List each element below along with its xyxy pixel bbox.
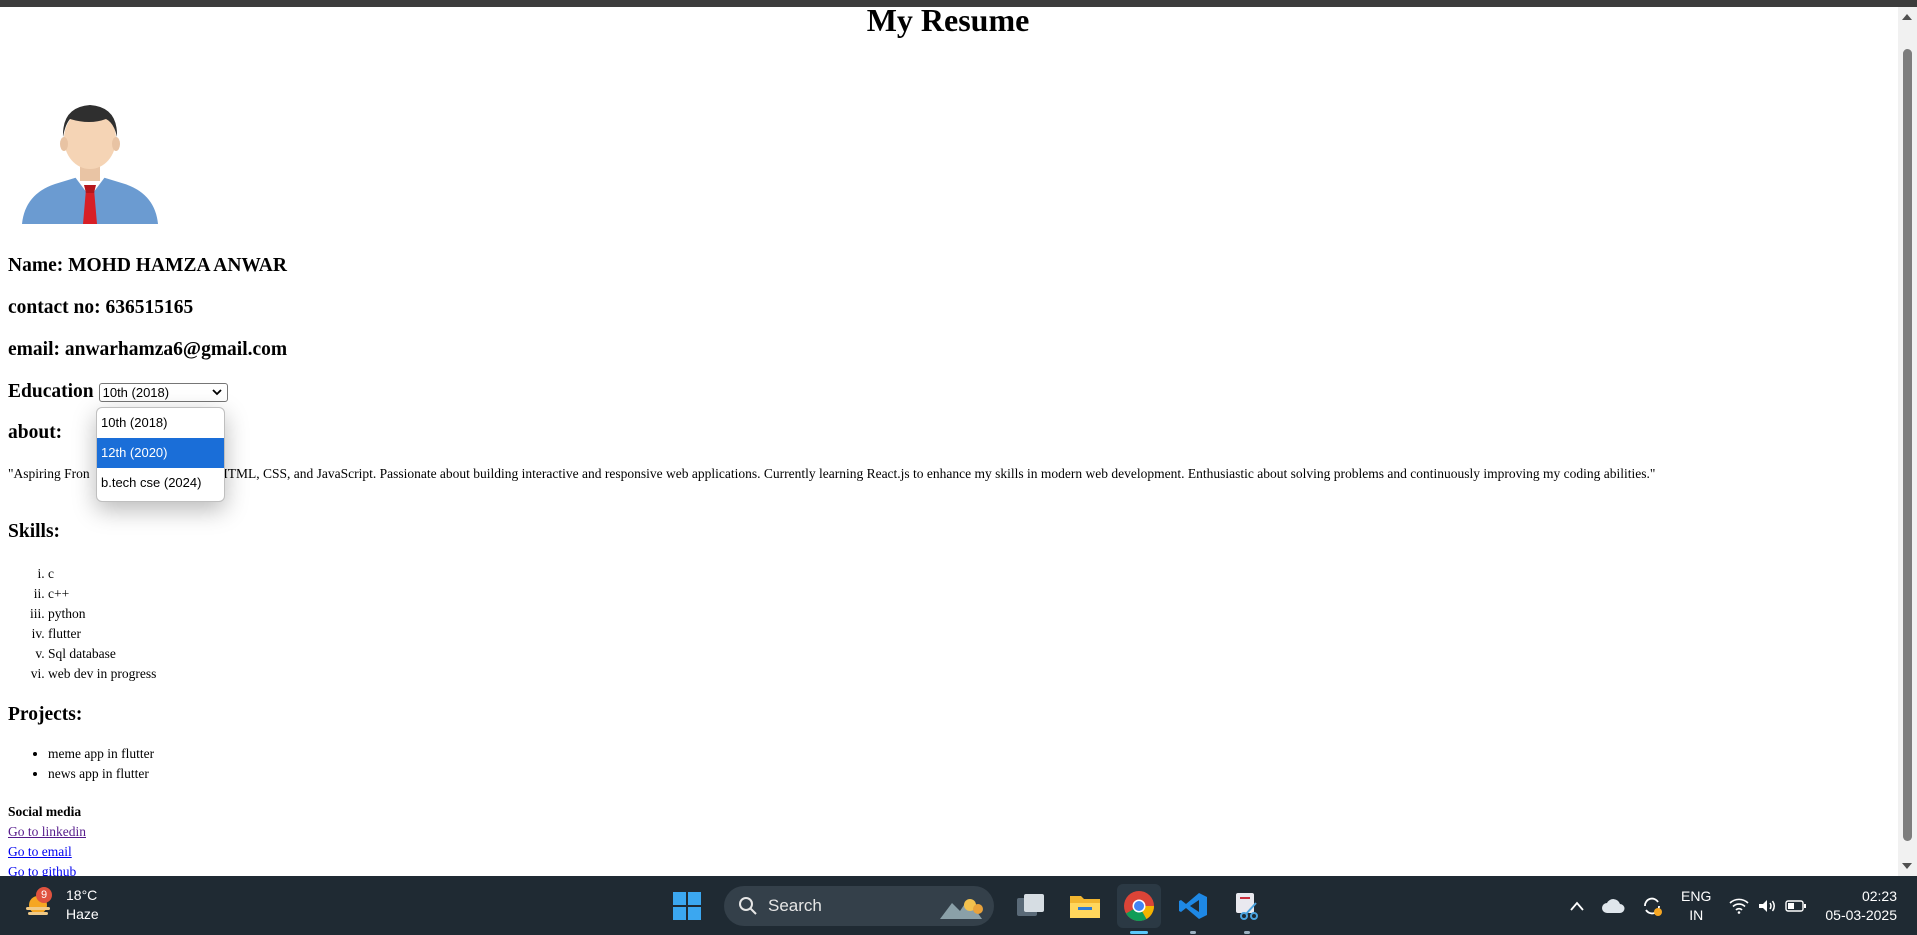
search-icon (739, 897, 757, 915)
open-app-indicator (1190, 931, 1196, 934)
task-view-icon (1017, 894, 1044, 916)
social-media-heading: Social media (8, 804, 82, 819)
weather-temp: 18°C (66, 887, 98, 903)
onedrive-button[interactable] (1601, 898, 1625, 914)
open-app-indicator (1244, 931, 1250, 934)
taskbar-search-box[interactable]: Search (724, 886, 994, 926)
chevron-up-icon (1570, 901, 1584, 911)
about-text: "Aspiring Fron a strong foundation in HT… (8, 466, 1656, 481)
scroll-down-arrow-icon[interactable] (1902, 863, 1912, 869)
scrollbar-thumb[interactable] (1903, 49, 1912, 841)
education-option[interactable]: b.tech cse (2024) (97, 468, 224, 498)
education-option-highlighted[interactable]: 12th (2020) (97, 438, 224, 468)
vscode-button[interactable] (1171, 884, 1215, 934)
clock-time: 02:23 (1861, 887, 1897, 904)
list-item: news app in flutter (48, 764, 154, 784)
name-line: Name: MOHD HAMZA ANWAR (8, 255, 287, 276)
chrome-button[interactable] (1117, 884, 1161, 934)
system-tray: ENG IN 02:23 05-03-2025 (1561, 876, 1897, 935)
start-button[interactable] (665, 884, 709, 928)
education-select[interactable]: 10th (2018) (98, 382, 228, 402)
quick-settings-button[interactable] (1729, 898, 1807, 914)
skills-list: c c++ python flutter Sql database web de… (8, 564, 156, 684)
list-item: meme app in flutter (48, 744, 154, 764)
chevron-down-icon (211, 389, 222, 396)
list-item: c++ (48, 584, 156, 604)
search-highlight-icon (940, 899, 983, 919)
weather-widget[interactable]: 9 18°C Haze (20, 886, 99, 924)
about-heading: about: (8, 422, 63, 443)
projects-heading: Projects: (8, 704, 83, 725)
github-link[interactable]: Go to github (8, 862, 86, 876)
education-label: Education (8, 381, 94, 402)
haze-weather-icon: 9 (20, 887, 56, 923)
clock-date: 05-03-2025 (1825, 906, 1897, 923)
browser-top-edge (0, 0, 1917, 7)
social-media-section: Social media Go to linkedin Go to email … (8, 802, 86, 876)
education-dropdown: 10th (2018) 12th (2020) b.tech cse (2024… (96, 407, 225, 502)
scroll-up-arrow-icon[interactable] (1902, 14, 1912, 20)
windows-logo-icon (673, 892, 701, 920)
education-selected-value: 10th (2018) (102, 384, 170, 400)
page-title: My Resume (866, 7, 1030, 38)
file-explorer-icon (1070, 896, 1100, 918)
language-indicator[interactable]: ENG IN (1681, 887, 1711, 925)
task-view-button[interactable] (1009, 884, 1053, 928)
list-item: python (48, 604, 156, 624)
windows-taskbar: 9 18°C Haze Search ENG IN 02:23 05-03-20… (0, 876, 1917, 935)
page-scrollbar[interactable] (1898, 7, 1917, 876)
clock[interactable]: 02:23 05-03-2025 (1825, 887, 1897, 925)
file-explorer-button[interactable] (1063, 884, 1107, 928)
list-item: flutter (48, 624, 156, 644)
avatar-image (22, 105, 158, 224)
wifi-icon (1729, 898, 1749, 914)
sync-button[interactable] (1641, 895, 1663, 917)
email-line: email: anwarhamza6@gmail.com (8, 339, 288, 360)
notification-badge: 9 (36, 887, 52, 903)
chrome-icon (1124, 891, 1154, 922)
snipping-tool-button[interactable] (1225, 884, 1269, 934)
list-item: c (48, 564, 156, 584)
projects-list: meme app in flutter news app in flutter (8, 744, 154, 784)
cloud-icon (1602, 898, 1625, 913)
email-link[interactable]: Go to email (8, 842, 86, 862)
region-code: IN (1689, 906, 1704, 923)
skills-heading: Skills: (8, 521, 61, 542)
list-item: web dev in progress (48, 664, 156, 684)
taskbar-center: Search (660, 884, 1274, 934)
contact-line: contact no: 636515165 (8, 297, 194, 318)
education-row: Education 10th (2018) (8, 381, 228, 403)
page-content: My Resume Name: MOHD HAMZA ANWAR contact… (8, 7, 1888, 876)
vscode-icon (1179, 893, 1207, 919)
battery-icon (1785, 899, 1807, 912)
show-hidden-icons-button[interactable] (1569, 900, 1585, 912)
resume-page: My Resume Name: MOHD HAMZA ANWAR contact… (0, 7, 1898, 876)
sync-icon (1644, 897, 1663, 916)
active-app-indicator (1130, 931, 1148, 934)
education-option[interactable]: 10th (2018) (97, 408, 224, 438)
list-item: Sql database (48, 644, 156, 664)
linkedin-link[interactable]: Go to linkedin (8, 822, 86, 842)
search-placeholder: Search (768, 896, 822, 915)
volume-icon (1759, 899, 1776, 912)
weather-condition: Haze (66, 906, 99, 922)
snipping-tool-icon (1236, 893, 1258, 920)
weather-text: 18°C Haze (66, 886, 99, 924)
language-code: ENG (1681, 887, 1712, 904)
